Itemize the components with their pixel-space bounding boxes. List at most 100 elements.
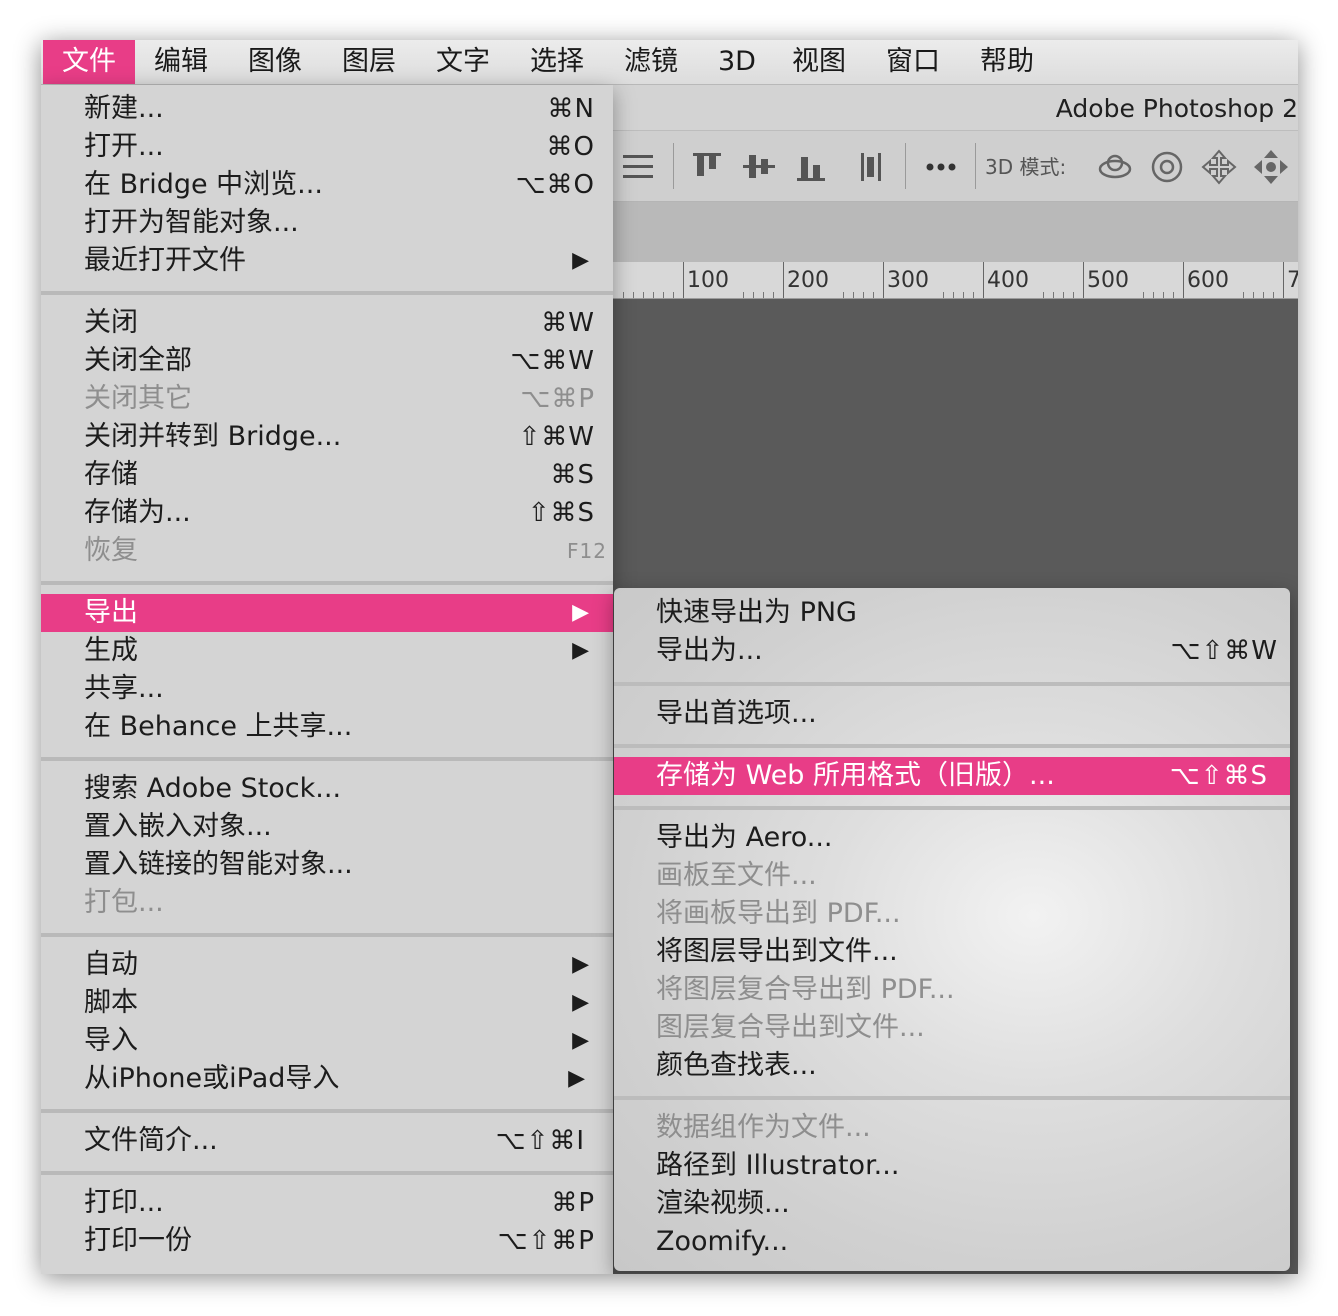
menu-item-print-one-copy[interactable]: 打印一份 ⌥⇧⌘P — [41, 1222, 613, 1260]
submenu-arrow-icon: ▶ — [568, 1066, 585, 1091]
menu-item-label: 在 Bridge 中浏览... — [84, 169, 323, 200]
ruler-label: 200 — [787, 268, 829, 293]
menu-item-label: 自动 — [84, 949, 138, 980]
menubar-layer[interactable]: 图层 — [330, 40, 408, 84]
menu-item-zoomify[interactable]: Zoomify... — [614, 1223, 1290, 1261]
menu-item-label: 打开为智能对象... — [84, 207, 299, 238]
align-vertical-centers-icon[interactable] — [739, 147, 779, 187]
submenu-arrow-icon: ▶ — [572, 248, 589, 273]
menu-item-label: 最近打开文件 — [84, 245, 246, 276]
menu-item-share[interactable]: 共享... — [41, 670, 613, 708]
menu-item-render-video[interactable]: 渲染视频... — [614, 1185, 1290, 1223]
menu-item-new[interactable]: 新建... ⌘N — [41, 90, 613, 128]
menu-item-label: 图层复合导出到文件... — [656, 1012, 925, 1043]
menu-item-automate[interactable]: 自动 ▶ — [41, 946, 613, 984]
menu-item-label: 恢复 — [84, 535, 138, 566]
options-bar: 3D 模式: — [613, 131, 1298, 202]
menu-item-search-adobe-stock[interactable]: 搜索 Adobe Stock... — [41, 770, 613, 808]
menubar-select[interactable]: 选择 — [518, 40, 596, 84]
menu-item-label: 导出为... — [656, 635, 763, 666]
menu-item-file-info[interactable]: 文件简介... ⌥⇧⌘I — [41, 1122, 613, 1160]
menu-item-generate[interactable]: 生成 ▶ — [41, 632, 613, 670]
menu-item-label: 关闭全部 — [84, 345, 192, 376]
menu-item-save[interactable]: 存储 ⌘S — [41, 456, 613, 494]
menu-item-save-for-web-legacy[interactable]: 存储为 Web 所用格式（旧版）... ⌥⇧⌘S — [614, 757, 1290, 795]
menu-item-close-and-go-to-bridge[interactable]: 关闭并转到 Bridge... ⇧⌘W — [41, 418, 613, 456]
align-bottom-edges-icon[interactable] — [791, 147, 831, 187]
submenu-arrow-icon: ▶ — [572, 1028, 589, 1053]
menu-item-place-embedded[interactable]: 置入嵌入对象... — [41, 808, 613, 846]
submenu-arrow-icon: ▶ — [572, 990, 589, 1015]
menu-item-paths-to-illustrator[interactable]: 路径到 Illustrator... — [614, 1147, 1290, 1185]
menu-item-quick-export-png[interactable]: 快速导出为 PNG — [614, 594, 1290, 632]
ruler-label: 500 — [1087, 268, 1129, 293]
menu-item-scripts[interactable]: 脚本 ▶ — [41, 984, 613, 1022]
menu-item-package: 打包... — [41, 884, 613, 922]
menu-item-label: 画板至文件... — [656, 860, 817, 891]
menubar-filter[interactable]: 滤镜 — [612, 40, 690, 84]
menu-item-save-as[interactable]: 存储为... ⇧⌘S — [41, 494, 613, 532]
menu-item-open-as-smart-object[interactable]: 打开为智能对象... — [41, 204, 613, 242]
menubar-view[interactable]: 视图 — [780, 40, 858, 84]
menu-item-close[interactable]: 关闭 ⌘W — [41, 304, 613, 342]
menu-item-shortcut: ⇧⌘S — [527, 498, 595, 528]
menubar-file[interactable]: 文件 — [43, 40, 135, 84]
menu-item-label: 数据组作为文件... — [656, 1112, 871, 1143]
menu-item-label: 存储为 Web 所用格式（旧版）... — [656, 760, 1055, 791]
menu-item-label: 脚本 — [84, 987, 138, 1018]
menu-item-shortcut: F12 — [567, 539, 607, 563]
title-bar: Adobe Photoshop 2 — [613, 85, 1298, 131]
menu-item-share-on-behance[interactable]: 在 Behance 上共享... — [41, 708, 613, 746]
3d-orbit-icon[interactable] — [1095, 147, 1135, 187]
menu-item-label: 共享... — [84, 673, 164, 704]
menu-item-place-linked[interactable]: 置入链接的智能对象... — [41, 846, 613, 884]
menu-item-label: 打开... — [84, 131, 164, 162]
menu-item-label: 从iPhone或iPad导入 — [84, 1063, 340, 1094]
submenu-arrow-icon: ▶ — [572, 952, 589, 977]
ruler-label: 600 — [1187, 268, 1229, 293]
menu-item-browse-in-bridge[interactable]: 在 Bridge 中浏览... ⌥⌘O — [41, 166, 613, 204]
menu-item-shortcut: ⌥⌘P — [520, 384, 595, 414]
menu-item-shortcut: ⌥⌘W — [510, 346, 595, 376]
menu-item-label: 打包... — [84, 887, 164, 918]
menubar-image[interactable]: 图像 — [236, 40, 314, 84]
menu-item-color-lookup-tables[interactable]: 颜色查找表... — [614, 1047, 1290, 1085]
menu-item-label: 文件简介... — [84, 1125, 218, 1156]
menu-item-label: Zoomify... — [656, 1226, 789, 1257]
menu-item-layers-to-files[interactable]: 将图层导出到文件... — [614, 933, 1290, 971]
menu-item-label: 快速导出为 PNG — [656, 597, 857, 628]
menu-item-label: 打印... — [84, 1187, 164, 1218]
menu-item-shortcut: ⇧⌘W — [518, 422, 595, 452]
menu-item-open-recent[interactable]: 最近打开文件 ▶ — [41, 242, 613, 280]
align-left-edges-icon[interactable] — [851, 147, 891, 187]
app-title: Adobe Photoshop 2 — [1055, 94, 1298, 123]
menubar-help[interactable]: 帮助 — [968, 40, 1046, 84]
menu-item-artboards-to-files: 画板至文件... — [614, 857, 1290, 895]
menu-item-import-from-iphone-ipad[interactable]: 从iPhone或iPad导入 ▶ — [41, 1060, 613, 1098]
menu-item-close-all[interactable]: 关闭全部 ⌥⌘W — [41, 342, 613, 380]
menu-item-export-preferences[interactable]: 导出首选项... — [614, 695, 1290, 733]
menu-separator — [614, 744, 1290, 748]
menu-item-export[interactable]: 导出 ▶ — [41, 594, 613, 632]
menu-item-open[interactable]: 打开... ⌘O — [41, 128, 613, 166]
align-top-edges-icon[interactable] — [687, 147, 727, 187]
menu-item-import[interactable]: 导入 ▶ — [41, 1022, 613, 1060]
menubar-type[interactable]: 文字 — [424, 40, 502, 84]
menu-item-label: 导出首选项... — [656, 698, 817, 729]
menu-item-export-as-aero[interactable]: 导出为 Aero... — [614, 819, 1290, 857]
menu-item-shortcut: ⌥⇧⌘W — [1170, 636, 1278, 666]
menubar-edit[interactable]: 编辑 — [142, 40, 220, 84]
3d-pan-icon[interactable] — [1199, 147, 1239, 187]
menu-item-print[interactable]: 打印... ⌘P — [41, 1184, 613, 1222]
ruler-label: 300 — [887, 268, 929, 293]
3d-roll-icon[interactable] — [1147, 147, 1187, 187]
menubar-window[interactable]: 窗口 — [874, 40, 952, 84]
3d-slide-icon[interactable] — [1251, 147, 1291, 187]
menubar-3d[interactable]: 3D — [706, 40, 768, 84]
menu-item-label: 导入 — [84, 1025, 138, 1056]
menu-item-export-as[interactable]: 导出为... ⌥⇧⌘W — [614, 632, 1290, 670]
align-horizontal-center-icon[interactable] — [619, 147, 659, 187]
menu-item-close-others: 关闭其它 ⌥⌘P — [41, 380, 613, 418]
more-options-icon[interactable] — [921, 147, 961, 187]
menu-item-shortcut: ⌥⌘O — [515, 170, 595, 200]
